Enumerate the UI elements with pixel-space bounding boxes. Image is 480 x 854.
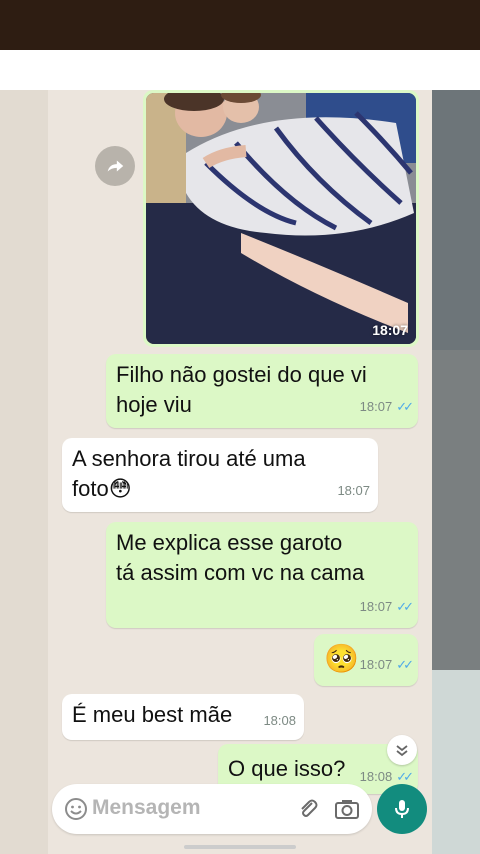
read-ticks-icon: ✓✓ — [396, 399, 414, 414]
message-text: A senhora tirou até uma foto😳 — [72, 446, 306, 501]
message-text: Me explica esse garoto tá assim com vc n… — [116, 530, 365, 585]
message-time: 18:07 — [359, 599, 393, 614]
message-text: Filho não gostei do que vi hoje viu — [116, 362, 367, 417]
forward-button[interactable] — [95, 146, 135, 186]
message-text: É meu best mãe — [72, 702, 233, 727]
message-bubble[interactable]: Filho não gostei do que vi hoje viu 18:0… — [106, 354, 418, 428]
header-strip — [0, 50, 480, 90]
scroll-down-button[interactable] — [387, 735, 417, 765]
read-ticks-icon: ✓✓ — [396, 769, 414, 784]
paperclip-icon[interactable] — [296, 797, 320, 821]
message-bubble[interactable]: 🥺 18:07 ✓✓ — [314, 634, 418, 686]
microphone-icon — [395, 800, 409, 818]
message-time: 18:07 — [337, 483, 370, 498]
photo-time: 18:07 — [372, 322, 408, 338]
camera-icon[interactable] — [334, 797, 360, 821]
left-background — [0, 90, 48, 854]
message-composer[interactable]: Mensagem — [52, 784, 372, 834]
emoji-icon[interactable] — [64, 797, 88, 821]
message-bubble[interactable]: Me explica esse garoto tá assim com vc n… — [106, 522, 418, 628]
read-ticks-icon: ✓✓ — [396, 657, 414, 672]
message-time: 18:07 — [359, 657, 393, 672]
message-meta: 18:07 ✓✓ — [359, 592, 414, 622]
message-input[interactable]: Mensagem — [92, 796, 201, 820]
message-text: 🥺 — [324, 643, 359, 674]
right-background — [432, 90, 480, 854]
message-time: 18:07 — [359, 399, 393, 414]
message-bubble[interactable]: É meu best mãe 18:08 — [62, 694, 304, 740]
message-meta: 18:07 ✓✓ — [359, 650, 414, 680]
status-bar — [0, 0, 480, 50]
home-indicator — [184, 845, 296, 849]
message-bubble[interactable]: A senhora tirou até uma foto😳 18:07 — [62, 438, 378, 512]
message-time: 18:08 — [263, 713, 296, 728]
message-text: O que isso? — [228, 756, 346, 781]
chevron-down-icon — [396, 745, 408, 757]
message-time: 18:08 — [359, 769, 393, 784]
message-meta: 18:07 ✓✓ — [359, 392, 414, 422]
forward-icon — [107, 160, 124, 172]
mic-button[interactable] — [377, 784, 427, 834]
read-ticks-icon: ✓✓ — [396, 599, 414, 614]
message-photo[interactable]: 18:07 — [146, 93, 416, 344]
